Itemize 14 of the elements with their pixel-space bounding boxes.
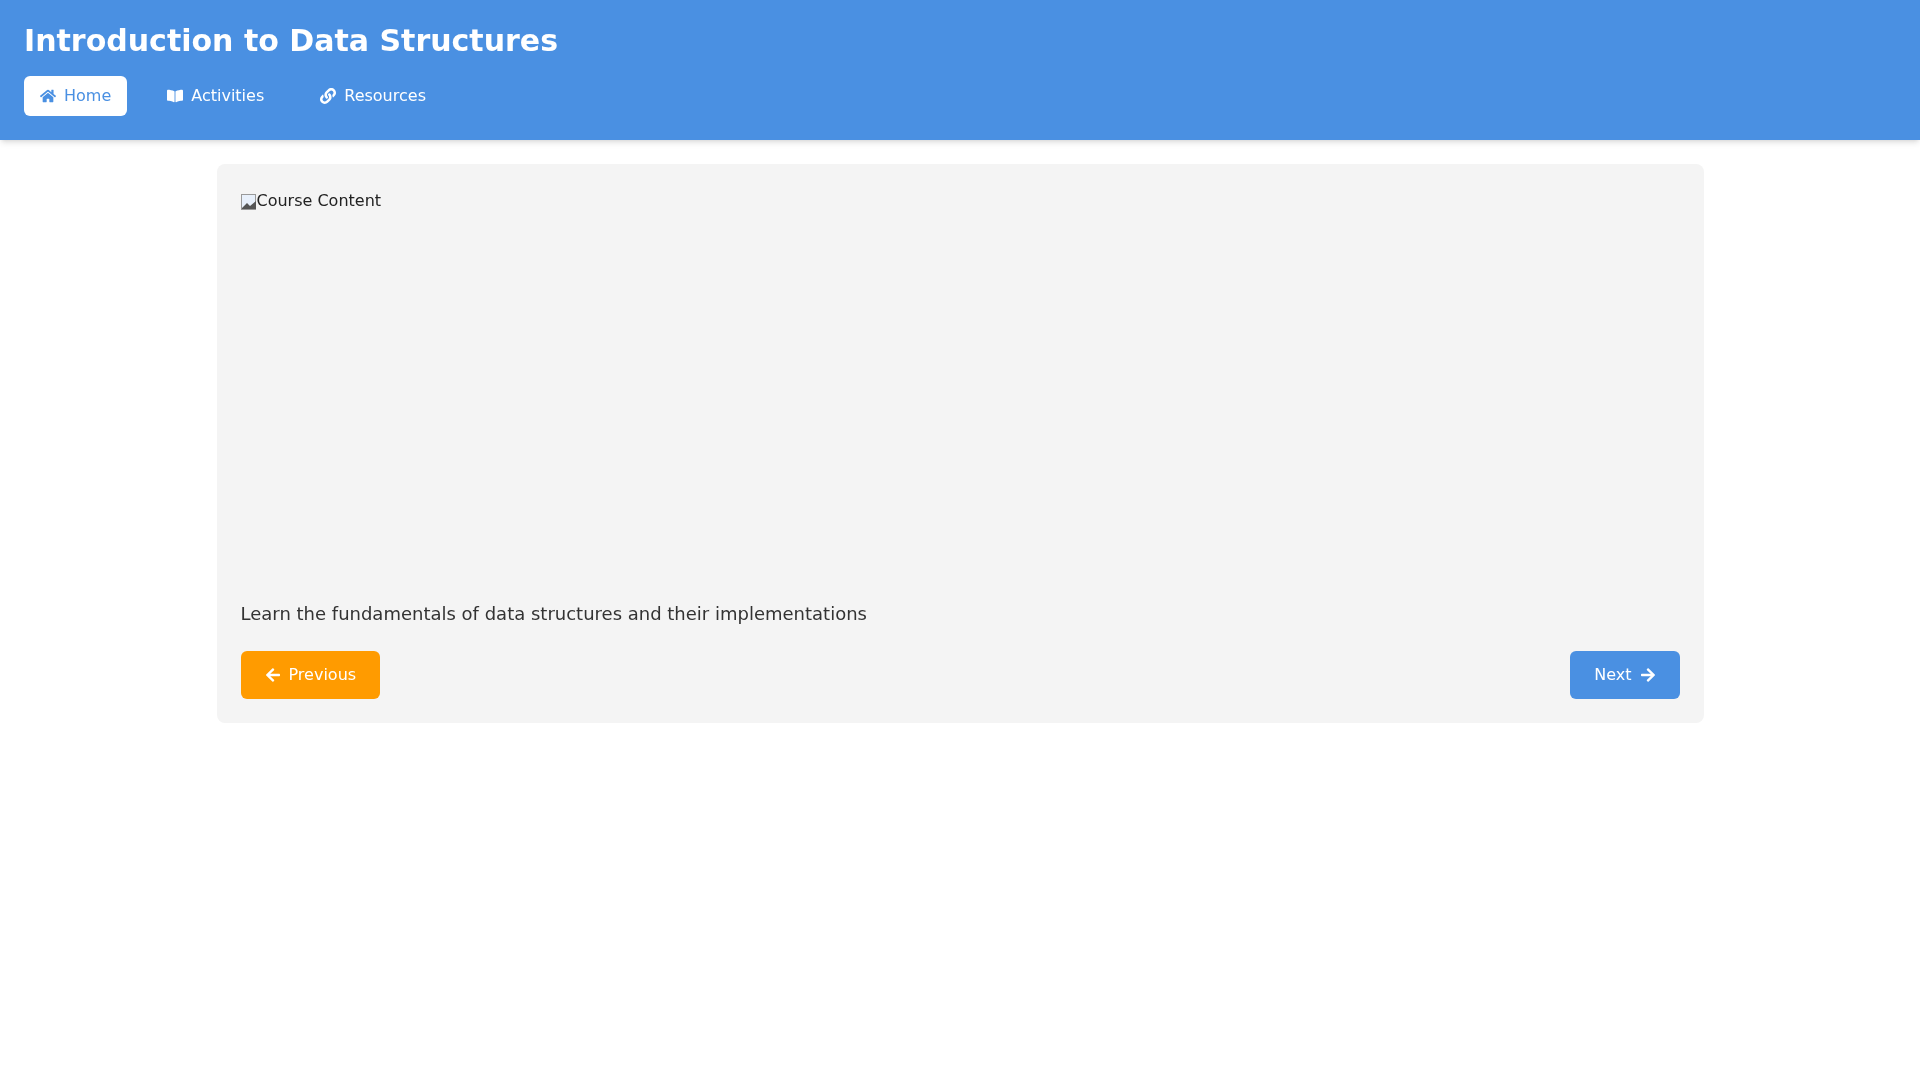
arrow-left-icon [264,667,281,683]
previous-button[interactable]: Previous [240,651,381,699]
next-button[interactable]: Next [1570,651,1680,699]
link-icon [320,88,337,104]
nav-tab[interactable]: Activities [151,76,281,116]
broken-image-icon [240,194,257,210]
nav-tab[interactable]: Home [24,76,128,116]
description-text: Learn the fundamentals of data structures and their implementations [240,602,868,626]
arrow-right-icon [1639,667,1656,683]
home-icon [40,88,56,104]
image-alt-text: Course Content [256,192,382,210]
nav-tab[interactable]: Resources [304,76,442,116]
page-title: Introduction to Data Structures [24,24,560,58]
book-icon [167,88,184,104]
